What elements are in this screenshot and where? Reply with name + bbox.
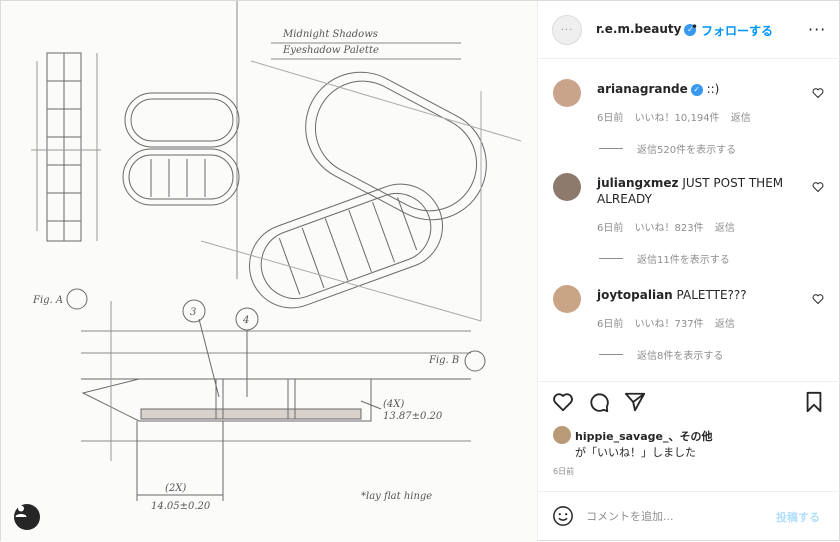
post-header: ··· r.e.m.beauty ✓ • フォローする ··· [538, 1, 840, 59]
liker-username[interactable]: hippie_savage_ [575, 430, 668, 443]
bookmark-icon[interactable] [803, 391, 825, 413]
add-comment-bar: 投稿する [538, 491, 840, 542]
likes-line1: hippie_savage_、その他 [575, 428, 712, 444]
author-username[interactable]: r.e.m.beauty ✓ [596, 22, 697, 36]
fig-b-label: Fig. B [428, 355, 459, 366]
view-replies-label[interactable]: 返信520件を表示する [637, 141, 736, 156]
comment-time[interactable]: 6日前 [597, 223, 623, 234]
author-username-text[interactable]: r.e.m.beauty [596, 22, 681, 36]
post-sidebar: ··· r.e.m.beauty ✓ • フォローする ··· arianagra… [538, 1, 840, 542]
comment-time[interactable]: 6日前 [597, 113, 623, 124]
dimension-bottom: 14.05±0.20 [151, 501, 211, 512]
dimension-2x: (2X) [165, 483, 186, 494]
comment-text: arianagrande ✓ ::) [597, 81, 802, 97]
replies-divider [599, 354, 623, 355]
comment-body: PALETTE??? [676, 288, 747, 302]
comment-body: ::) [706, 82, 720, 96]
comment-meta: 6日前 いいね！10,194件 返信 [597, 109, 759, 124]
comment-input[interactable] [586, 505, 771, 527]
post-dialog: Midnight Shadows Eyeshadow Palette Fig. … [0, 0, 840, 542]
commenter-avatar[interactable] [553, 79, 581, 107]
view-replies-label[interactable]: 返信11件を表示する [637, 251, 730, 266]
comment-meta: 6日前 いいね！823件 返信 [597, 219, 743, 234]
comment-like-count[interactable]: いいね！823件 [635, 223, 704, 234]
comment-meta: 6日前 いいね！737件 返信 [597, 315, 743, 330]
comment-icon[interactable] [588, 391, 610, 413]
commenter-username[interactable]: juliangxmez [597, 176, 678, 190]
post-timestamp[interactable]: 6日前 [553, 466, 574, 477]
callout-3: 3 [190, 307, 196, 318]
more-options-icon[interactable]: ··· [808, 20, 826, 39]
likes-others[interactable]: 、その他 [668, 430, 712, 443]
comments-list[interactable]: arianagrande ✓ ::) 6日前 いいね！10,194件 返信 返信5… [538, 59, 840, 381]
smiley-icon[interactable] [552, 505, 574, 527]
comment-text: juliangxmez JUST POST THEM ALREADY [597, 175, 802, 207]
reply-button[interactable]: 返信 [715, 223, 735, 234]
commenter-username[interactable]: joytopalian [597, 288, 673, 302]
liker-avatar[interactable] [553, 426, 571, 444]
paper-plane-icon[interactable] [624, 391, 646, 413]
commenter-username[interactable]: arianagrande [597, 82, 688, 96]
view-replies-button[interactable]: 返信11件を表示する [599, 251, 730, 266]
replies-divider [599, 148, 623, 149]
post-image[interactable]: Midnight Shadows Eyeshadow Palette Fig. … [1, 1, 538, 542]
commenter-avatar[interactable] [553, 285, 581, 313]
follow-button[interactable]: フォローする [701, 22, 773, 39]
reply-button[interactable]: 返信 [715, 319, 735, 330]
user-tag-icon[interactable] [14, 504, 40, 530]
verified-badge-icon: ✓ [690, 83, 703, 96]
heart-icon[interactable] [552, 391, 574, 413]
view-replies-button[interactable]: 返信8件を表示する [599, 347, 723, 362]
view-replies-label[interactable]: 返信8件を表示する [637, 347, 723, 362]
sketch-title-line2: Eyeshadow Palette [282, 45, 379, 56]
hinge-note: *lay flat hinge [361, 491, 432, 502]
reply-button[interactable]: 返信 [731, 113, 751, 124]
comment-text: joytopalian PALETTE??? [597, 287, 802, 303]
likes-line2: が「いいね！」しました [575, 446, 696, 459]
dimension-4x: (4X) [383, 399, 404, 410]
comment-time[interactable]: 6日前 [597, 319, 623, 330]
fig-a-label: Fig. A [32, 295, 63, 306]
heart-icon[interactable] [812, 293, 824, 305]
view-replies-button[interactable]: 返信520件を表示する [599, 141, 736, 156]
sketch-title-line1: Midnight Shadows [282, 29, 378, 40]
heart-icon[interactable] [812, 87, 824, 99]
post-comment-button[interactable]: 投稿する [776, 509, 820, 525]
dimension-value: 13.87±0.20 [383, 411, 443, 422]
heart-icon[interactable] [812, 181, 824, 193]
separator-dot: • [691, 20, 699, 34]
author-avatar[interactable]: ··· [552, 15, 582, 45]
comment-like-count[interactable]: いいね！10,194件 [635, 113, 720, 124]
action-bar [538, 381, 840, 421]
commenter-avatar[interactable] [553, 173, 581, 201]
replies-divider [599, 258, 623, 259]
technical-sketch: Midnight Shadows Eyeshadow Palette Fig. … [31, 1, 522, 512]
comment-like-count[interactable]: いいね！737件 [635, 319, 704, 330]
callout-4: 4 [242, 315, 249, 326]
